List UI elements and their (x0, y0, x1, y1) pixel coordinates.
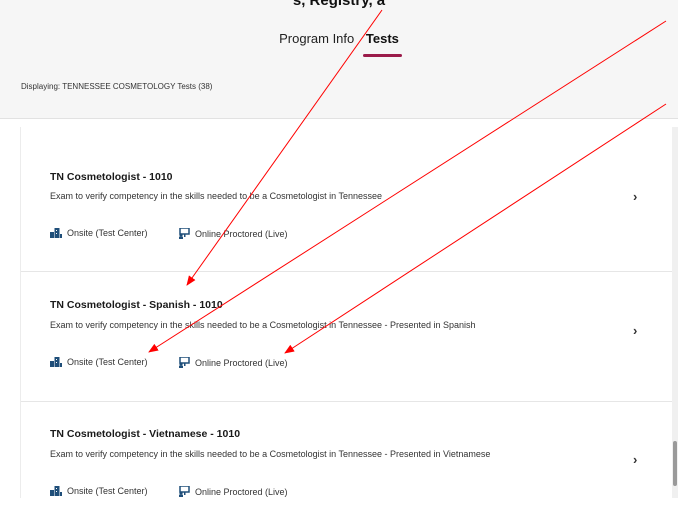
mode-online-label: Online Proctored (Live) (195, 357, 288, 368)
building-icon (50, 357, 62, 367)
test-description: Exam to verify competency in the skills … (50, 449, 491, 459)
test-card-vietnamese[interactable]: TN Cosmetologist - Vietnamese - 1010 Exa… (21, 402, 673, 522)
test-list: TN Cosmetologist - 1010 Exam to verify c… (20, 127, 674, 498)
building-icon (50, 228, 62, 238)
test-card-spanish[interactable]: TN Cosmetologist - Spanish - 1010 Exam t… (21, 272, 673, 402)
scrollbar-thumb[interactable] (673, 441, 677, 486)
chevron-right-icon[interactable]: › (633, 189, 637, 204)
chevron-right-icon[interactable]: › (633, 452, 637, 467)
mode-onsite-label: Onsite (Test Center) (67, 357, 148, 367)
mode-online: Online Proctored (Live) (178, 486, 288, 497)
clipped-heading: s, Registry, a (292, 0, 386, 9)
tab-tests[interactable]: Tests (362, 31, 402, 57)
test-title: TN Cosmetologist - 1010 (50, 171, 173, 183)
mode-onsite-label: Onsite (Test Center) (67, 228, 148, 238)
program-header: s, Registry, a Program Info Tests Displa… (0, 0, 678, 119)
test-title: TN Cosmetologist - Vietnamese - 1010 (50, 428, 241, 440)
tab-program-info[interactable]: Program Info (279, 31, 354, 50)
test-title: TN Cosmetologist - Spanish - 1010 (50, 299, 223, 311)
mode-online: Online Proctored (Live) (178, 228, 288, 239)
proctor-monitor-icon (179, 228, 190, 239)
building-icon (50, 486, 62, 496)
proctor-monitor-icon (179, 486, 190, 497)
mode-online: Online Proctored (Live) (178, 357, 288, 368)
tab-bar: Program Info Tests (0, 31, 678, 57)
test-description: Exam to verify competency in the skills … (50, 320, 476, 330)
mode-onsite: Onsite (Test Center) (50, 486, 148, 496)
mode-onsite-label: Onsite (Test Center) (67, 486, 148, 496)
test-card-1010[interactable]: TN Cosmetologist - 1010 Exam to verify c… (21, 127, 673, 272)
proctor-monitor-icon (179, 357, 190, 368)
mode-onsite: Onsite (Test Center) (50, 228, 148, 238)
mode-onsite: Onsite (Test Center) (50, 357, 148, 367)
chevron-right-icon[interactable]: › (633, 323, 637, 338)
test-description: Exam to verify competency in the skills … (50, 191, 383, 201)
displaying-count: Displaying: TENNESSEE COSMETOLOGY Tests … (21, 82, 213, 91)
mode-online-label: Online Proctored (Live) (195, 486, 288, 497)
mode-online-label: Online Proctored (Live) (195, 228, 288, 239)
